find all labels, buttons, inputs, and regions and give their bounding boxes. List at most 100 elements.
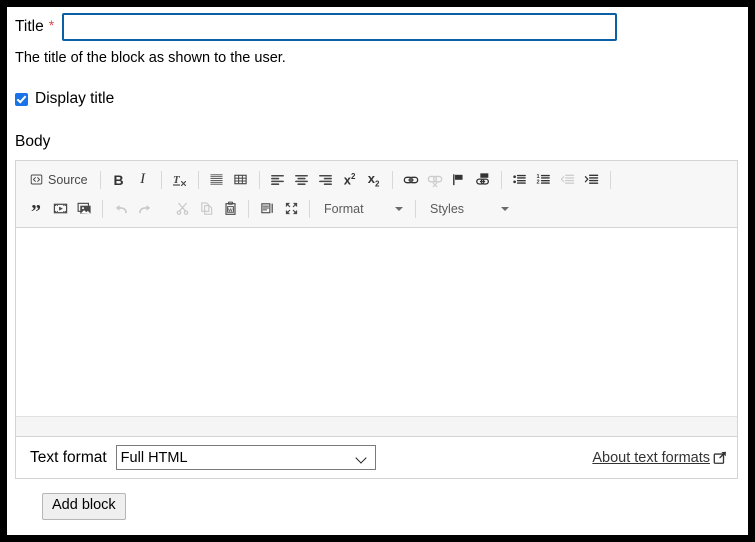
unlink-button	[423, 168, 447, 192]
align-right-button[interactable]	[314, 168, 338, 192]
link-button[interactable]	[399, 168, 423, 192]
link-to-anchor-button[interactable]	[471, 168, 495, 192]
cut-button	[170, 197, 194, 221]
format-dropdown-label: Format	[324, 202, 364, 216]
bulleted-list-icon	[512, 172, 527, 187]
bulleted-list-button[interactable]	[508, 168, 532, 192]
toolbar-separator	[198, 171, 199, 189]
toolbar-separator	[161, 171, 162, 189]
undo-button	[109, 197, 133, 221]
unlink-icon	[427, 172, 443, 188]
toolbar-gap	[163, 200, 164, 218]
about-text-formats-link[interactable]: About text formats	[592, 450, 727, 466]
form-actions: Add block	[15, 493, 748, 520]
toolbar-separator	[309, 200, 310, 218]
styles-dropdown-label: Styles	[430, 202, 464, 216]
undo-icon	[113, 201, 129, 217]
display-title-label: Display title	[35, 90, 114, 108]
toolbar-row-2: ”	[24, 194, 733, 223]
toolbar-row-1: Source B I T	[24, 165, 733, 194]
subscript-icon: x2	[368, 171, 380, 189]
indent-button[interactable]	[580, 168, 604, 192]
copy-button	[194, 197, 218, 221]
svg-text:2: 2	[537, 180, 540, 186]
anchor-button[interactable]	[447, 168, 471, 192]
redo-button	[133, 197, 157, 221]
editor-resize-handle[interactable]	[16, 416, 737, 436]
styles-dropdown[interactable]: Styles	[422, 197, 515, 221]
remove-format-icon: T	[172, 172, 188, 188]
body-label: Body	[15, 133, 748, 151]
body-editable-area[interactable]	[16, 228, 737, 416]
maximize-icon	[284, 201, 299, 216]
outdent-icon	[560, 172, 575, 187]
title-field-row: Title *	[15, 7, 748, 43]
editor-toolbar: Source B I T	[16, 161, 737, 228]
toolbar-separator	[102, 200, 103, 218]
display-title-row[interactable]: Display title	[15, 89, 748, 109]
link-icon	[403, 172, 419, 188]
outdent-button	[556, 168, 580, 192]
copy-icon	[199, 201, 214, 216]
source-code-icon	[30, 173, 43, 186]
justify-block-icon	[209, 172, 224, 187]
align-center-button[interactable]	[290, 168, 314, 192]
text-format-select[interactable]: Full HTML	[116, 445, 376, 470]
subscript-button[interactable]: x2	[362, 168, 386, 192]
text-format-label: Text format	[30, 449, 107, 467]
source-button-label: Source	[48, 173, 88, 187]
paste-from-word-button[interactable]: W	[218, 197, 242, 221]
remove-format-button[interactable]: T	[168, 168, 192, 192]
flag-icon	[451, 172, 466, 187]
svg-text:W: W	[228, 208, 233, 213]
scissors-icon	[175, 201, 190, 216]
toolbar-separator	[415, 200, 416, 218]
blockquote-lines-button[interactable]	[205, 168, 229, 192]
numbered-list-button[interactable]: 1 2	[532, 168, 556, 192]
align-right-icon	[318, 172, 333, 187]
align-left-button[interactable]	[266, 168, 290, 192]
image-button[interactable]	[72, 197, 96, 221]
italic-icon: I	[140, 171, 145, 188]
align-center-icon	[294, 172, 309, 187]
bold-icon: B	[114, 172, 124, 188]
title-description: The title of the block as shown to the u…	[15, 50, 748, 67]
flag-link-icon	[475, 172, 491, 188]
table-button[interactable]	[229, 168, 253, 192]
required-marker-icon: *	[49, 17, 54, 33]
blockquote-button[interactable]: ”	[24, 197, 48, 221]
toolbar-separator	[392, 171, 393, 189]
svg-text:T: T	[173, 174, 181, 186]
text-format-select-wrap: Full HTML	[116, 445, 376, 470]
table-icon	[233, 172, 248, 187]
redo-icon	[137, 201, 153, 217]
add-block-button[interactable]: Add block	[42, 493, 126, 520]
maximize-button[interactable]	[279, 197, 303, 221]
italic-button[interactable]: I	[131, 168, 155, 192]
video-icon	[53, 201, 68, 216]
show-blocks-button[interactable]	[255, 197, 279, 221]
rich-text-editor: Source B I T	[15, 160, 738, 437]
toolbar-separator	[610, 171, 611, 189]
about-text-formats-label: About text formats	[592, 450, 710, 466]
title-input[interactable]	[62, 13, 617, 41]
toolbar-separator	[259, 171, 260, 189]
show-blocks-icon	[260, 201, 275, 216]
media-video-button[interactable]	[48, 197, 72, 221]
superscript-button[interactable]: x2	[338, 168, 362, 192]
indent-icon	[584, 172, 599, 187]
toolbar-separator	[248, 200, 249, 218]
chevron-down-icon	[501, 207, 509, 211]
superscript-icon: x2	[344, 172, 356, 187]
chevron-down-icon	[395, 207, 403, 211]
bold-button[interactable]: B	[107, 168, 131, 192]
numbered-list-icon: 1 2	[536, 172, 551, 187]
block-add-form-page: Title * The title of the block as shown …	[7, 7, 748, 535]
title-label: Title	[15, 19, 44, 35]
source-button[interactable]: Source	[24, 168, 94, 192]
format-dropdown[interactable]: Format	[316, 197, 409, 221]
display-title-checkbox[interactable]	[15, 93, 28, 106]
toolbar-separator	[100, 171, 101, 189]
text-format-bar: Text format Full HTML About text formats	[15, 437, 738, 479]
image-icon	[77, 201, 92, 216]
